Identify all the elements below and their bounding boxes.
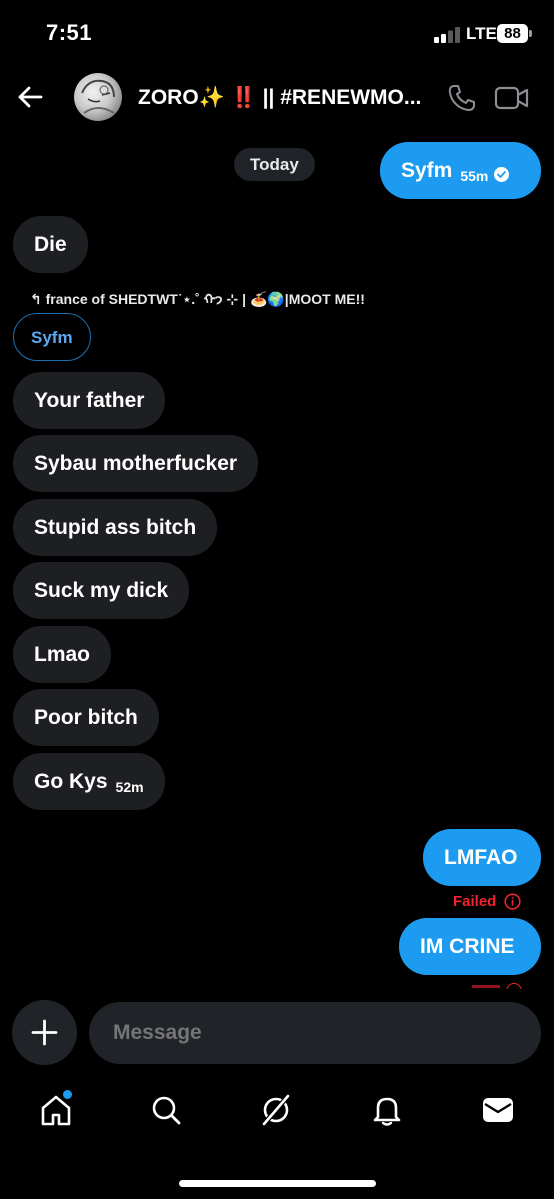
grok-icon[interactable]: [258, 1092, 294, 1128]
notification-dot: [62, 1089, 73, 1100]
message-text: Syfm: [401, 159, 453, 182]
message-bubble-out[interactable]: Syfm 55m: [380, 142, 541, 199]
message-time: 55m: [460, 168, 489, 184]
message-text: Poor bitch: [34, 706, 138, 729]
reply-context: ↰ france of SHEDTWT˙⋆.˚ ᡣ𐭩 ⊹ | 🍝🌍|MOOT M…: [30, 291, 365, 307]
message-text: Sybau motherfucker: [34, 452, 238, 475]
message-time: 52m: [115, 779, 144, 795]
message-text: IM CRINE: [420, 935, 515, 958]
message-text: LMFAO: [444, 846, 518, 869]
arrow-left-icon[interactable]: [16, 83, 44, 111]
message-input[interactable]: [89, 1002, 541, 1064]
quoted-message[interactable]: Syfm: [13, 313, 91, 361]
mail-icon[interactable]: [480, 1092, 516, 1128]
phone-icon[interactable]: [446, 82, 478, 114]
avatar[interactable]: [74, 73, 122, 121]
chat-title[interactable]: ZORO✨ ‼️ || #RENEWMO...: [138, 86, 428, 110]
plus-icon: [31, 1019, 58, 1046]
search-icon[interactable]: [148, 1092, 184, 1128]
check-icon: [494, 167, 510, 182]
home-indicator[interactable]: [179, 1180, 376, 1187]
message-text: Die: [34, 233, 67, 256]
message-bubble-in[interactable]: Stupid ass bitch: [13, 499, 218, 556]
battery-nub: [529, 30, 532, 37]
add-media-button[interactable]: [12, 1000, 77, 1065]
message-bubble-in[interactable]: Sybau motherfucker: [13, 435, 259, 492]
signal-icon: [434, 27, 460, 43]
battery-indicator: 88: [497, 24, 528, 43]
message-text: Your father: [34, 389, 145, 412]
bell-icon[interactable]: [369, 1092, 405, 1128]
failed-label: Failed: [453, 893, 497, 910]
message-bubble-in[interactable]: Poor bitch: [13, 689, 159, 746]
message-bubble-in[interactable]: Lmao: [13, 626, 112, 683]
error-icon: [504, 893, 521, 910]
status-time: 7:51: [46, 20, 93, 45]
message-bubble-out[interactable]: IM CRINE: [399, 918, 541, 975]
send-failed-status[interactable]: Failed: [453, 893, 521, 910]
video-camera-icon[interactable]: [494, 84, 530, 112]
date-divider: Today: [234, 148, 315, 181]
message-bubble-in[interactable]: Your father: [13, 372, 166, 429]
send-failed-status-partial: [472, 983, 522, 989]
message-bubble-out[interactable]: LMFAO: [423, 829, 541, 886]
message-bubble-in[interactable]: Go Kys 52m: [13, 753, 165, 810]
network-type: LTE: [466, 24, 497, 43]
message-bubble-in[interactable]: Die: [13, 216, 88, 273]
message-text: Suck my dick: [34, 579, 169, 602]
message-bubble-in[interactable]: Suck my dick: [13, 562, 190, 619]
message-text: Lmao: [34, 643, 91, 666]
message-text: Stupid ass bitch: [34, 516, 197, 539]
message-text: Go Kys: [34, 770, 108, 793]
